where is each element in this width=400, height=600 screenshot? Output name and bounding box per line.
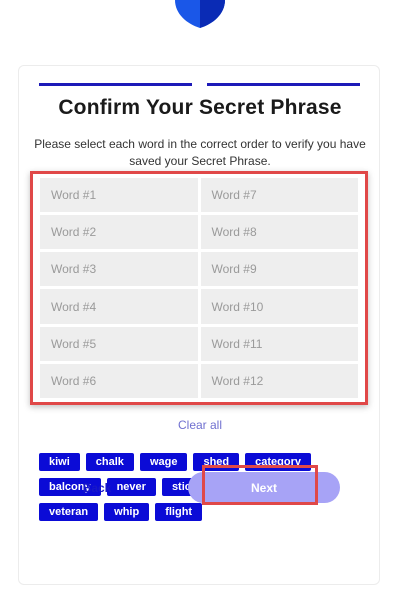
word-slot-1[interactable]: Word #1 xyxy=(40,178,198,213)
word-slot-7[interactable]: Word #7 xyxy=(200,178,358,213)
word-chip-flight[interactable]: flight xyxy=(155,503,203,521)
word-slot-2[interactable]: Word #2 xyxy=(40,215,198,250)
word-slot-11[interactable]: Word #11 xyxy=(200,326,358,361)
page-title: Confirm Your Secret Phrase xyxy=(58,96,342,119)
word-slot-4[interactable]: Word #4 xyxy=(40,289,198,324)
word-slots-panel: Word #1 Word #7 Word #2 Word #8 Word #3 … xyxy=(30,171,368,405)
word-slot-6[interactable]: Word #6 xyxy=(40,363,198,398)
word-slot-12[interactable]: Word #12 xyxy=(200,363,358,398)
progress-step-1 xyxy=(39,83,192,86)
word-chip-veteran[interactable]: veteran xyxy=(39,503,99,521)
word-chip-wage[interactable]: wage xyxy=(139,453,188,471)
progress-step-2 xyxy=(207,83,360,86)
word-slot-5[interactable]: Word #5 xyxy=(40,326,198,361)
progress-indicator xyxy=(39,83,360,86)
confirm-phrase-card: Confirm Your Secret Phrase Please select… xyxy=(18,65,380,585)
back-button[interactable]: Back xyxy=(72,478,122,498)
word-chip-kiwi[interactable]: kiwi xyxy=(39,453,80,471)
page-subtitle: Please select each word in the correct o… xyxy=(34,137,366,168)
word-chip-chalk[interactable]: chalk xyxy=(85,453,134,471)
next-button-highlight xyxy=(202,465,318,505)
word-slot-10[interactable]: Word #10 xyxy=(200,289,358,324)
shield-icon xyxy=(175,0,225,28)
word-chip-row: veteran whip flight xyxy=(39,503,369,521)
word-slot-9[interactable]: Word #9 xyxy=(200,252,358,287)
word-slot-3[interactable]: Word #3 xyxy=(40,252,198,287)
word-slot-8[interactable]: Word #8 xyxy=(200,215,358,250)
word-chip-whip[interactable]: whip xyxy=(104,503,150,521)
word-slots-grid: Word #1 Word #7 Word #2 Word #8 Word #3 … xyxy=(40,178,358,398)
clear-all-link[interactable]: Clear all xyxy=(19,418,381,432)
